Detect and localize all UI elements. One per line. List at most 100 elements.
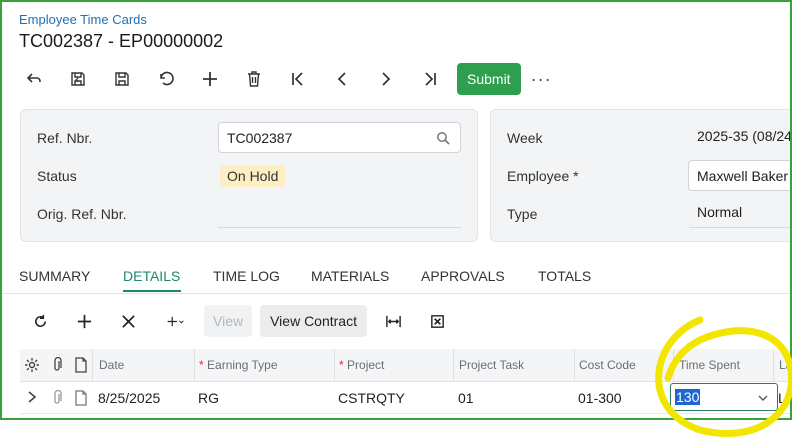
export-excel-icon	[430, 314, 444, 328]
orig-ref-nbr-input[interactable]	[218, 204, 461, 228]
previous-button[interactable]	[320, 63, 364, 95]
tab-materials[interactable]: MATERIALS	[311, 268, 389, 284]
search-icon[interactable]	[436, 131, 450, 145]
more-actions-button[interactable]: ···	[531, 69, 552, 90]
last-record-button[interactable]	[408, 63, 452, 95]
add-row-button[interactable]	[62, 305, 106, 337]
delete-row-button[interactable]	[106, 305, 150, 337]
table-row[interactable]: 8/25/2025 RG CSTRQTY 01 01-300 130 LA	[20, 382, 790, 414]
refresh-button[interactable]	[18, 305, 62, 337]
column-header-la[interactable]: La	[779, 358, 790, 372]
undo-button[interactable]	[144, 63, 188, 95]
column-header-earning-type[interactable]: * Earning Type	[199, 358, 278, 372]
tab-details[interactable]: DETAILS	[123, 268, 180, 284]
delete-icon	[248, 71, 260, 87]
page-title: TC002387 - EP00000002	[19, 31, 224, 51]
ref-nbr-input[interactable]: TC002387	[218, 122, 461, 153]
add-icon	[203, 72, 217, 86]
undo-icon	[160, 71, 174, 86]
status-badge: On Hold	[220, 165, 286, 187]
cell-la[interactable]: LA	[778, 390, 790, 406]
summary-panel-right: Week 2025-35 (08/24 Employee * Maxwell B…	[490, 109, 790, 242]
previous-icon	[337, 72, 346, 86]
next-button[interactable]	[364, 63, 408, 95]
column-separator	[673, 349, 674, 382]
fit-columns-icon	[385, 315, 401, 327]
view-contract-button[interactable]: View Contract	[260, 305, 367, 337]
view-button[interactable]: View	[204, 305, 253, 337]
save-close-icon	[71, 72, 85, 86]
week-value[interactable]: 2025-35 (08/24	[689, 128, 790, 152]
delete-button[interactable]	[232, 63, 276, 95]
column-settings-button[interactable]	[24, 357, 40, 378]
save-close-button[interactable]	[56, 63, 100, 95]
attachments-column-header	[50, 356, 64, 378]
save-button[interactable]	[100, 63, 144, 95]
column-separator	[574, 349, 575, 382]
type-select[interactable]: Normal	[689, 204, 790, 228]
employee-required-mark: *	[573, 168, 579, 184]
tab-bar: SUMMARY DETAILS TIME LOG MATERIALS APPRO…	[2, 264, 790, 294]
cell-project-task[interactable]: 01	[458, 390, 474, 406]
main-toolbar: Submit ···	[12, 63, 552, 95]
column-header-project[interactable]: * Project	[339, 358, 384, 372]
orig-ref-nbr-label: Orig. Ref. Nbr.	[37, 206, 127, 222]
column-separator	[92, 349, 93, 382]
ref-nbr-value: TC002387	[227, 129, 293, 146]
tab-totals[interactable]: TOTALS	[538, 268, 591, 284]
add-button[interactable]	[188, 63, 232, 95]
last-record-icon	[425, 72, 436, 86]
chevron-down-icon[interactable]	[757, 392, 769, 404]
back-icon	[26, 73, 41, 83]
first-record-icon	[292, 72, 303, 86]
employee-input[interactable]: Maxwell Baker	[688, 160, 790, 191]
column-header-project-task[interactable]: Project Task	[459, 358, 524, 372]
column-separator	[194, 349, 195, 382]
add-row-icon	[77, 314, 91, 328]
required-mark: *	[199, 358, 204, 372]
column-header-cost-code[interactable]: Cost Code	[579, 358, 636, 372]
submit-button[interactable]: Submit	[457, 63, 521, 95]
row-notes-button[interactable]	[74, 390, 88, 411]
type-label: Type	[507, 206, 538, 222]
tab-summary[interactable]: SUMMARY	[19, 268, 90, 284]
status-label: Status	[37, 168, 77, 184]
ref-nbr-label: Ref. Nbr.	[37, 130, 93, 146]
employee-value: Maxwell Baker	[697, 167, 789, 184]
tab-time-log[interactable]: TIME LOG	[213, 268, 280, 284]
column-header-date[interactable]: Date	[99, 358, 124, 372]
first-record-button[interactable]	[276, 63, 320, 95]
add-menu-button[interactable]	[150, 305, 200, 337]
notes-column-header	[74, 357, 88, 378]
cell-earning-type[interactable]: RG	[198, 390, 219, 406]
fit-columns-button[interactable]	[371, 305, 415, 337]
delete-row-icon	[121, 314, 135, 328]
column-separator	[334, 349, 335, 382]
save-icon	[115, 72, 129, 86]
cell-project[interactable]: CSTRQTY	[338, 390, 405, 406]
employee-label: Employee *	[507, 168, 579, 184]
column-header-time-spent[interactable]: Time Spent	[679, 358, 740, 372]
expand-row-button[interactable]	[26, 390, 38, 409]
document-icon	[75, 357, 87, 373]
week-label: Week	[507, 130, 543, 146]
tab-approvals[interactable]: APPROVALS	[421, 268, 505, 284]
time-spent-value: 130	[675, 389, 701, 405]
cell-date[interactable]: 8/25/2025	[98, 390, 160, 406]
column-separator	[453, 349, 454, 382]
paperclip-icon	[54, 356, 62, 371]
grid-header: Date * Earning Type * Project Project Ta…	[20, 349, 790, 382]
row-attachments-button[interactable]	[50, 389, 64, 411]
paperclip-icon	[54, 389, 62, 404]
add-menu-icon	[167, 316, 184, 326]
breadcrumb[interactable]: Employee Time Cards	[19, 12, 147, 27]
time-spent-input[interactable]: 130	[670, 383, 778, 411]
summary-panel-left: Ref. Nbr. TC002387 Status On Hold Orig. …	[20, 109, 478, 242]
back-button[interactable]	[12, 63, 56, 95]
export-excel-button[interactable]	[415, 305, 459, 337]
cell-cost-code[interactable]: 01-300	[578, 390, 622, 406]
document-icon	[75, 390, 87, 406]
gear-icon	[25, 358, 39, 372]
required-mark: *	[339, 358, 344, 372]
grid-toolbar: View View Contract	[18, 305, 459, 337]
